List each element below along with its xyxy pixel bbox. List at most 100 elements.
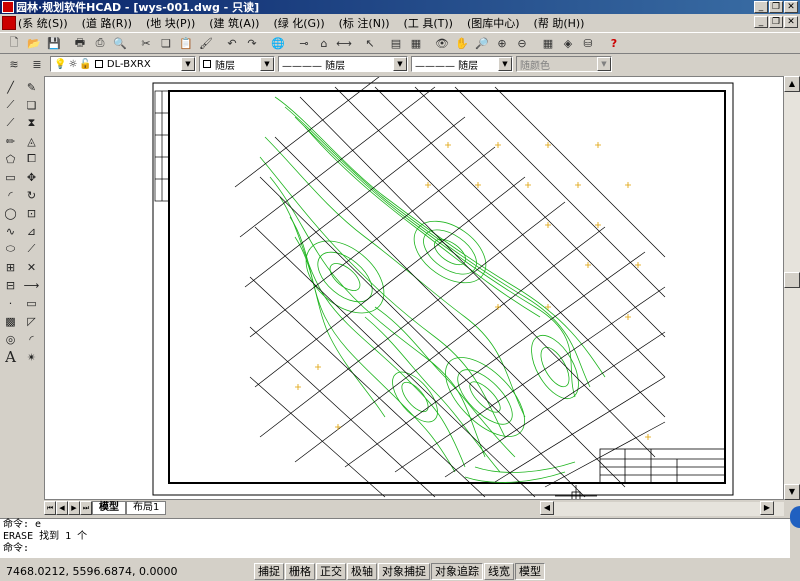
design-center-icon[interactable]: ▦ [406,34,426,52]
doc-close-icon[interactable]: ✕ [784,16,798,28]
menu-greening[interactable]: (绿 化(G)) [273,15,324,31]
menu-building[interactable]: (建 筑(A)) [209,15,259,31]
doc-restore-icon[interactable]: ❐ [769,16,783,28]
object-snap-toggle[interactable]: 对象捕捉 [378,563,430,580]
ellipse-icon[interactable]: ⬭ [0,240,21,258]
model-toggle[interactable]: 模型 [515,563,545,580]
spline-icon[interactable]: ∿ [0,222,21,240]
layer-dropdown[interactable]: 💡 ☼ 🔓 DL-BXRX ▼ [50,56,196,72]
print-preview-icon[interactable]: ⎙ [90,34,110,52]
polar-toggle[interactable]: 极轴 [347,563,377,580]
drawing-canvas[interactable] [44,76,784,500]
copy-object-icon[interactable]: ❏ [21,96,42,114]
app-icon[interactable] [2,1,14,13]
menu-library[interactable]: (图库中心) [467,15,520,31]
new-file-icon[interactable]: 🗋 [4,34,24,52]
explode-icon[interactable]: ✴ [21,348,42,366]
offset-icon[interactable]: ◬ [21,132,42,150]
minimize-icon[interactable]: _ [754,1,768,13]
layers-icon[interactable]: ◈ [558,34,578,52]
menu-help[interactable]: (帮 助(H)) [534,15,585,31]
close-icon[interactable]: ✕ [784,1,798,13]
properties-icon[interactable]: ▤ [386,34,406,52]
scroll-thumb[interactable] [784,272,800,288]
arc-icon[interactable]: ◜ [0,186,21,204]
first-tab-icon[interactable]: ⏮ [44,501,56,515]
scroll-down-icon[interactable]: ▼ [784,484,800,500]
rectangle-icon[interactable]: ▭ [0,168,21,186]
grid-toggle[interactable]: 栅格 [285,563,315,580]
database-icon[interactable]: ⛁ [578,34,598,52]
restore-icon[interactable]: ❐ [769,1,783,13]
help-icon[interactable]: ? [604,34,624,52]
last-tab-icon[interactable]: ⏭ [80,501,92,515]
polyline-icon[interactable]: ⟋ [0,114,21,132]
linetype-dropdown[interactable]: ———— 随层 ▼ [278,56,408,72]
next-tab-icon[interactable]: ▶ [68,501,80,515]
hatch-icon[interactable]: ▩ [0,312,21,330]
break-icon[interactable]: ▭ [21,294,42,312]
cursor-icon[interactable]: ↖ [360,34,380,52]
construction-line-icon[interactable]: ⟋ [0,96,21,114]
realtime-pan-icon[interactable]: ✋ [452,34,472,52]
trim-icon[interactable]: ✕ [21,258,42,276]
undo-icon[interactable]: ↶ [222,34,242,52]
chamfer-icon[interactable]: ◸ [21,312,42,330]
lineweight-toggle[interactable]: 线宽 [484,563,514,580]
array-icon[interactable]: ⧠ [21,150,42,168]
menu-road[interactable]: (道 路(R)) [82,15,132,31]
scroll-up-icon[interactable]: ▲ [784,76,800,92]
object-snap-icon[interactable]: ⌂ [314,34,334,52]
point-icon[interactable]: · [0,294,21,312]
move-icon[interactable]: ✥ [21,168,42,186]
tab-layout1[interactable]: 布局1 [126,501,167,515]
save-icon[interactable]: 💾 [44,34,64,52]
fillet-icon[interactable]: ◜ [21,330,42,348]
line-icon[interactable]: ╱ [0,78,21,96]
lengthen-icon[interactable]: ⟋ [21,240,42,258]
command-window[interactable]: 命令: e ERASE 找到 1 个 命令: [0,518,790,558]
zoom-previous-icon[interactable]: ⊖ [512,34,532,52]
layer-manager-icon[interactable]: ≋ [4,55,24,73]
horizontal-scrollbar[interactable]: ◀ ▶ [540,501,784,516]
stretch-icon[interactable]: ⊿ [21,222,42,240]
snap-toggle[interactable]: 捕捉 [254,563,284,580]
pan-icon[interactable]: 👁 [432,34,452,52]
dimension-icon[interactable]: ⟷ [334,34,354,52]
extend-icon[interactable]: ⟶ [21,276,42,294]
lineweight-dropdown[interactable]: ———— 随层 ▼ [411,56,513,72]
copy-icon[interactable]: ❏ [156,34,176,52]
doc-minimize-icon[interactable]: _ [754,16,768,28]
find-icon[interactable]: 🔍 [110,34,130,52]
scroll-left-icon[interactable]: ◀ [540,501,554,515]
polygon-icon[interactable]: ⬠ [0,150,21,168]
erase-icon[interactable]: ✎ [21,78,42,96]
vertical-scrollbar[interactable]: ▲ ▼ [784,76,800,500]
circle-icon[interactable]: ◯ [0,204,21,222]
menu-tools[interactable]: (工 具(T)) [404,15,453,31]
insert-block-icon[interactable]: ⊞ [0,258,21,276]
zoom-window-icon[interactable]: ⊕ [492,34,512,52]
open-folder-icon[interactable]: 📂 [24,34,44,52]
globe-icon[interactable]: 🌐 [268,34,288,52]
rotate-icon[interactable]: ↻ [21,186,42,204]
redo-icon[interactable]: ↷ [242,34,262,52]
table-icon[interactable]: ▦ [538,34,558,52]
command-prompt[interactable]: 命令: [3,543,790,555]
object-track-toggle[interactable]: 对象追踪 [431,563,483,580]
paste-icon[interactable]: 📋 [176,34,196,52]
menu-system[interactable]: (系 统(S)) [18,15,68,31]
make-block-icon[interactable]: ⊟ [0,276,21,294]
prev-tab-icon[interactable]: ◀ [56,501,68,515]
region-icon[interactable]: ◎ [0,330,21,348]
color-dropdown[interactable]: 随层 ▼ [199,56,275,72]
print-icon[interactable]: 🖶 [70,34,90,52]
mirror-icon[interactable]: ⧗ [21,114,42,132]
layer-previous-icon[interactable]: ≣ [27,55,47,73]
scale-icon[interactable]: ⊡ [21,204,42,222]
match-properties-icon[interactable]: 🖌 [196,34,216,52]
tab-model[interactable]: 模型 [92,501,126,515]
text-icon[interactable]: A [0,348,21,366]
zoom-realtime-icon[interactable]: 🔎 [472,34,492,52]
scroll-right-icon[interactable]: ▶ [760,501,774,515]
